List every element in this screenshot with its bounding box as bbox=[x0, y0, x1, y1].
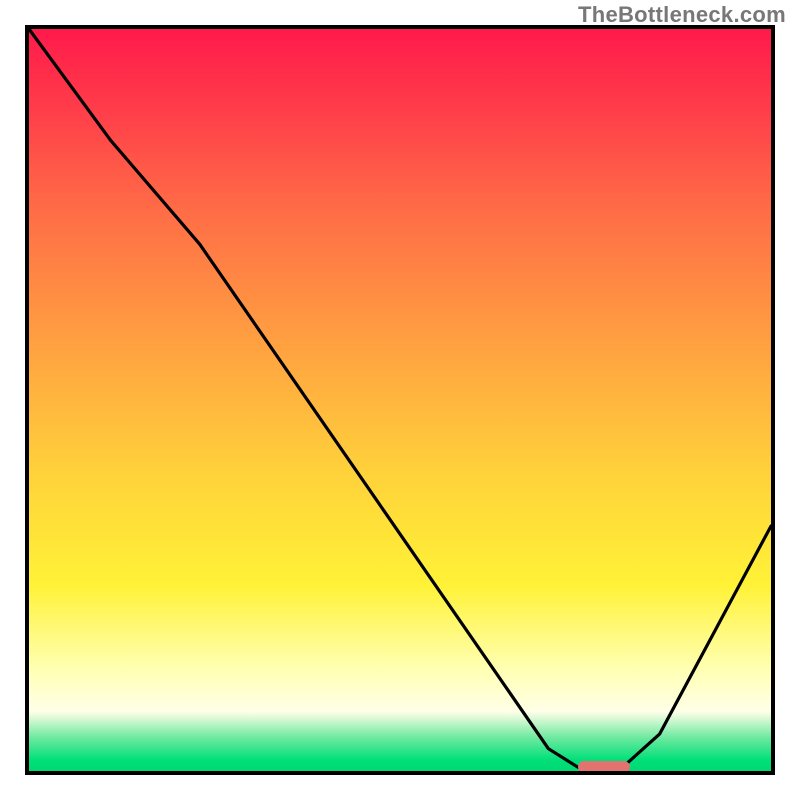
bottleneck-curve bbox=[29, 29, 771, 771]
plot-frame bbox=[25, 25, 775, 775]
highlight-marker bbox=[578, 761, 630, 773]
chart-container: TheBottleneck.com bbox=[0, 0, 800, 800]
